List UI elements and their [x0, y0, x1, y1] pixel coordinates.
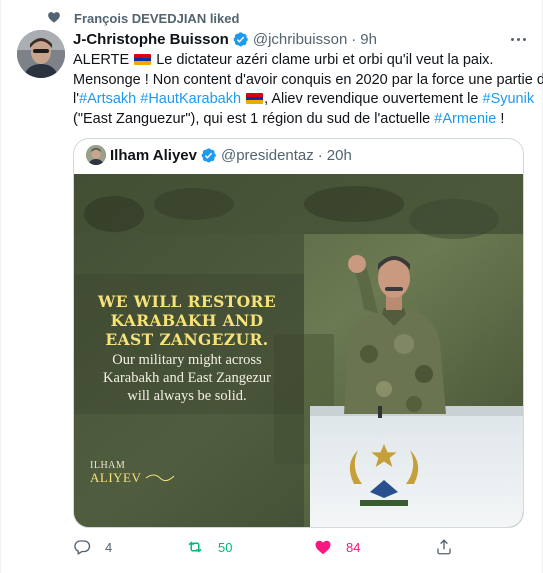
hashtag-hautkarabakh[interactable]: #HautKarabakh — [140, 91, 241, 107]
retweet-button[interactable]: 50 — [186, 538, 232, 556]
media-subtext: Our military might across Karabakh and E… — [88, 351, 286, 405]
tweet-time[interactable]: 9h — [360, 31, 377, 48]
media-headline: WE WILL RESTORE KARABAKH AND EAST ZANGEZ… — [94, 292, 280, 349]
reply-button[interactable]: 4 — [73, 538, 112, 556]
hashtag-syunik[interactable]: #Syunik — [483, 91, 535, 107]
headline-line: EAST ZANGEZUR. — [105, 330, 269, 349]
tweet-card[interactable]: François DEVEDJIAN liked J-Christophe Bu… — [0, 0, 543, 573]
separator-dot: · — [351, 30, 357, 48]
retweet-count: 50 — [218, 539, 233, 555]
reply-icon — [74, 540, 91, 555]
quoted-avatar — [86, 145, 106, 165]
media-signature-last: ALIYEV — [90, 470, 142, 485]
share-icon — [437, 539, 451, 555]
more-options-button[interactable] — [508, 31, 528, 47]
text-segment: , Aliev revendique ouvertement le — [264, 91, 479, 107]
retweet-icon — [188, 541, 202, 553]
subtext-line: Karabakh and East Zangezur — [103, 370, 271, 386]
quoted-tweet[interactable]: Ilham Aliyev @presidentaz · 20h WE WILL … — [73, 138, 524, 528]
quoted-author-handle: @presidentaz — [220, 146, 314, 164]
social-context-text[interactable]: François DEVEDJIAN liked — [74, 11, 239, 26]
subtext-line: will always be solid. — [127, 388, 247, 404]
quoted-author-name: Ilham Aliyev — [110, 146, 197, 164]
author-name[interactable]: J-Christophe Buisson — [73, 31, 229, 48]
like-count: 84 — [346, 539, 361, 555]
avatar[interactable] — [17, 30, 65, 78]
more-icon — [510, 37, 514, 41]
separator-dot: · — [317, 146, 323, 164]
text-segment: ! — [496, 110, 505, 127]
like-button[interactable]: 84 — [314, 538, 360, 556]
text-segment: Le dictateur azéri clame urbi et orbi qu… — [156, 52, 494, 68]
quoted-tweet-header: Ilham Aliyev @presidentaz · 20h — [86, 145, 352, 165]
text-segment: ALERTE — [73, 52, 130, 68]
text-line: Mensonge ! Non content d'avoir conquis e… — [73, 71, 543, 88]
heart-icon — [48, 12, 60, 23]
heart-filled-icon — [315, 540, 331, 555]
armenia-flag-icon — [246, 93, 264, 104]
tweet-actions: 4 50 84 — [73, 538, 453, 558]
tweet-text: ALERTE Le dictateur azéri clame urbi et … — [73, 51, 543, 129]
text-segment: ("East Zanguezur"), qui est 1 région du … — [73, 110, 431, 127]
verified-badge-icon — [201, 147, 216, 162]
share-button[interactable] — [435, 538, 453, 556]
tweet-header: J-Christophe Buisson @jchribuisson · 9h — [73, 30, 377, 48]
quoted-media-image[interactable]: WE WILL RESTORE KARABAKH AND EAST ZANGEZ… — [74, 174, 523, 527]
hashtag-artsakh[interactable]: #Artsakh — [79, 91, 136, 107]
headline-line: WE WILL RESTORE — [97, 292, 277, 311]
headline-line: KARABAKH AND — [110, 311, 264, 330]
author-handle[interactable]: @jchribuisson — [253, 31, 347, 48]
quoted-tweet-time: 20h — [326, 146, 352, 164]
reply-count: 4 — [105, 539, 113, 555]
armenia-flag-icon — [134, 54, 152, 65]
verified-badge-icon — [233, 31, 248, 46]
subtext-line: Our military might across — [112, 352, 262, 368]
hashtag-armenie[interactable]: #Armenie — [434, 111, 496, 127]
